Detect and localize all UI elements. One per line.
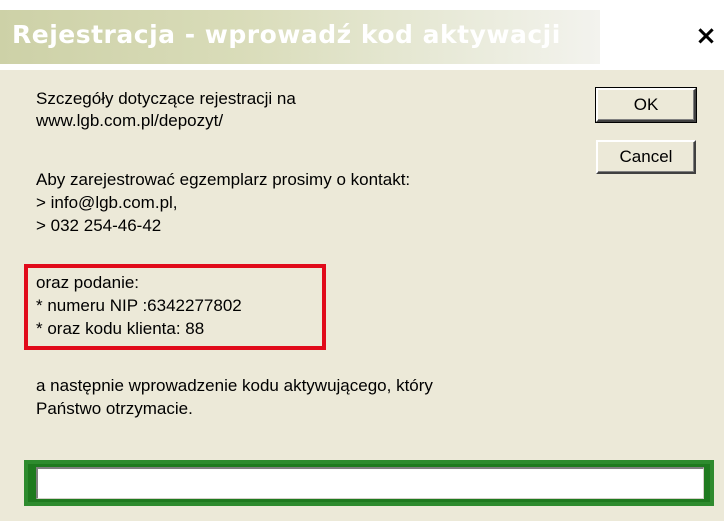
title-bar[interactable]: Rejestracja - wprowadź kod aktywacji × bbox=[0, 0, 724, 70]
close-icon: × bbox=[695, 21, 717, 51]
contact-line-3: > 032 254-46-42 bbox=[36, 216, 162, 235]
details-line-2: www.lgb.com.pl/depozyt/ bbox=[36, 111, 224, 130]
close-button[interactable]: × bbox=[688, 18, 724, 54]
activation-code-input[interactable] bbox=[36, 467, 704, 499]
activation-code-highlight bbox=[24, 460, 714, 506]
contact-line-2: > info@lgb.com.pl, bbox=[36, 193, 178, 212]
ok-button[interactable]: OK bbox=[595, 87, 697, 123]
details-line-1: Szczegóły dotyczące rejestracji na bbox=[36, 89, 296, 108]
required-info-line-3: * oraz kodu klienta: 88 bbox=[36, 319, 205, 338]
contact-line-1: Aby zarejestrować egzemplarz prosimy o k… bbox=[36, 170, 411, 189]
required-info-line-2: * numeru NIP :6342277802 bbox=[36, 296, 242, 315]
dialog-title: Rejestracja - wprowadź kod aktywacji bbox=[12, 20, 561, 49]
instructions-line-2: Państwo otrzymacie. bbox=[36, 399, 193, 418]
required-info-line-1: oraz podanie: bbox=[36, 273, 140, 292]
cancel-button[interactable]: Cancel bbox=[596, 140, 696, 174]
instructions-line-1: a następnie wprowadzenie kodu aktywujące… bbox=[36, 376, 433, 395]
